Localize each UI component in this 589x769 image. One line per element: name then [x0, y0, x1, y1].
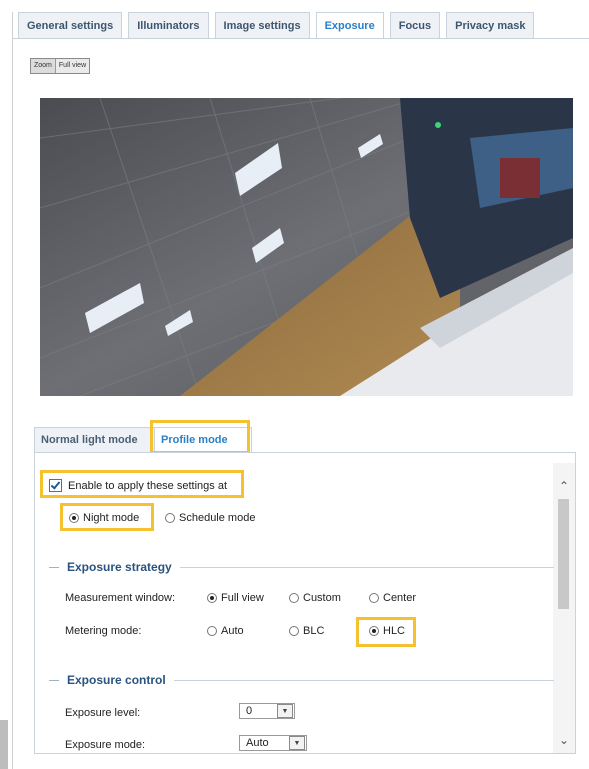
full-view-button[interactable]: Full view: [55, 59, 90, 73]
measurement-custom-option[interactable]: Custom: [289, 592, 341, 604]
exposure-mode-label: Exposure mode:: [65, 739, 146, 751]
camera-image: [40, 98, 573, 396]
tab-divider: [12, 38, 589, 39]
center-radio[interactable]: [369, 593, 379, 603]
measurement-window-label: Measurement window:: [65, 592, 176, 604]
exposure-level-value: 0: [246, 705, 253, 717]
hlc-highlight: [356, 617, 416, 647]
tab-privacy-mask[interactable]: Privacy mask: [446, 12, 535, 38]
night-mode-highlight: [60, 503, 154, 531]
tab-normal-light-mode[interactable]: Normal light mode: [34, 427, 156, 453]
scroll-down-icon[interactable]: ⌄: [553, 731, 575, 749]
exposure-strategy-title: Exposure strategy: [67, 560, 172, 574]
exposure-strategy-header: Exposure strategy: [49, 559, 554, 575]
exposure-control-title: Exposure control: [67, 673, 166, 687]
section-dash: [49, 679, 59, 681]
metering-blc-option[interactable]: BLC: [289, 625, 324, 637]
center-label: Center: [383, 592, 417, 604]
chevron-down-icon: ▼: [277, 704, 293, 718]
measurement-center-option[interactable]: Center: [369, 592, 416, 604]
exposure-level-select[interactable]: 0 ▼: [239, 703, 295, 719]
tab-exposure[interactable]: Exposure: [315, 12, 384, 39]
section-line: [179, 566, 554, 568]
measurement-full-view-option[interactable]: Full view: [207, 592, 264, 604]
full-view-label: Full view: [221, 592, 264, 604]
auto-radio[interactable]: [207, 626, 217, 636]
tab-illuminators[interactable]: Illuminators: [128, 12, 209, 38]
schedule-mode-label: Schedule mode: [179, 512, 256, 524]
exposure-mode-value: Auto: [246, 737, 269, 749]
settings-tabs: General settings Illuminators Image sett…: [18, 12, 535, 39]
metering-mode-label: Metering mode:: [65, 625, 142, 637]
metering-auto-option[interactable]: Auto: [207, 625, 244, 637]
custom-label: Custom: [303, 592, 341, 604]
view-toolbar: Zoom Full view: [30, 58, 91, 74]
scroll-up-icon[interactable]: ⌃: [553, 477, 575, 495]
tab-image-settings[interactable]: Image settings: [214, 12, 310, 38]
custom-radio[interactable]: [289, 593, 299, 603]
exposure-mode-select[interactable]: Auto ▼: [239, 735, 307, 751]
schedule-mode-radio[interactable]: [165, 513, 175, 523]
profile-tab-highlight: [150, 420, 250, 454]
enable-highlight: [40, 470, 244, 498]
section-line: [173, 679, 554, 681]
panel-scrollbar[interactable]: ⌃ ⌄: [553, 463, 575, 753]
chevron-down-icon: ▼: [289, 736, 305, 750]
blc-label: BLC: [303, 625, 325, 637]
blc-radio[interactable]: [289, 626, 299, 636]
exposure-control-header: Exposure control: [49, 672, 554, 688]
full-view-radio[interactable]: [207, 593, 217, 603]
tab-general-settings[interactable]: General settings: [18, 12, 123, 38]
section-dash: [49, 566, 59, 568]
tab-focus[interactable]: Focus: [389, 12, 441, 38]
scroll-thumb[interactable]: [558, 499, 569, 609]
exposure-level-label: Exposure level:: [65, 707, 141, 719]
schedule-mode-option[interactable]: Schedule mode: [165, 512, 255, 524]
left-edge-bar: [0, 720, 8, 769]
auto-label: Auto: [221, 625, 244, 637]
zoom-button[interactable]: Zoom: [31, 59, 56, 73]
camera-live-view[interactable]: [40, 98, 573, 396]
